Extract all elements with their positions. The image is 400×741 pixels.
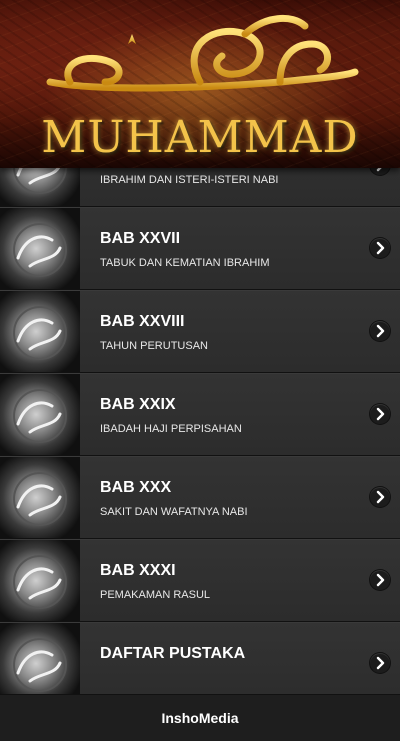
calligraphy-medallion-icon (0, 623, 80, 704)
list-item-title: BAB XXXI (100, 562, 176, 579)
chevron-right-icon[interactable] (370, 238, 390, 258)
list-item-subtitle: TAHUN PERUTUSAN (100, 340, 208, 352)
list-item-title: BAB XXIX (100, 396, 176, 413)
chevron-right-icon[interactable] (370, 653, 390, 673)
list-item-subtitle: IBADAH HAJI PERPISAHAN (100, 423, 242, 435)
list-item-title: BAB XXX (100, 479, 172, 496)
list-item-title: BAB XXVII (100, 230, 181, 247)
list-item[interactable]: BAB XXIX IBADAH HAJI PERPISAHAN (0, 373, 400, 456)
list-item-subtitle: PEMAKAMAN RASUL (100, 589, 211, 601)
chevron-right-icon[interactable] (370, 321, 390, 341)
calligraphy-medallion-icon (0, 540, 80, 621)
footer-label: InshoMedia (161, 710, 239, 726)
list-item-subtitle: TABUK DAN KEMATIAN IBRAHIM (100, 257, 270, 269)
list-item-subtitle: IBRAHIM DAN ISTERI-ISTERI NABI (100, 174, 279, 186)
header-banner: MUHAMMAD (0, 0, 400, 168)
calligraphy-muhammad-icon (46, 14, 359, 92)
list-item[interactable]: BAB XXXI PEMAKAMAN RASUL (0, 539, 400, 622)
list-item[interactable]: BAB XXVIII TAHUN PERUTUSAN (0, 290, 400, 373)
app-title: MUHAMMAD (41, 112, 359, 163)
chevron-right-icon[interactable] (370, 404, 390, 424)
calligraphy-medallion-icon (0, 208, 80, 289)
calligraphy-medallion-icon (0, 457, 80, 538)
list-item[interactable]: BAB XXX SAKIT DAN WAFATNYA NABI (0, 456, 400, 539)
list-item[interactable]: BAB XXVII TABUK DAN KEMATIAN IBRAHIM (0, 207, 400, 290)
list-item-subtitle: SAKIT DAN WAFATNYA NABI (100, 506, 248, 518)
footer-bar: InshoMedia (0, 694, 400, 741)
chevron-right-icon[interactable] (370, 487, 390, 507)
chapter-list: IBRAHIM DAN ISTERI-ISTERI NABI BAB XXVII… (0, 124, 400, 705)
chevron-right-icon[interactable] (370, 570, 390, 590)
calligraphy-medallion-icon (0, 374, 80, 455)
list-item-title: BAB XXVIII (100, 313, 185, 330)
list-item-title: DAFTAR PUSTAKA (100, 645, 246, 662)
calligraphy-medallion-icon (0, 291, 80, 372)
list-item[interactable]: DAFTAR PUSTAKA (0, 622, 400, 705)
